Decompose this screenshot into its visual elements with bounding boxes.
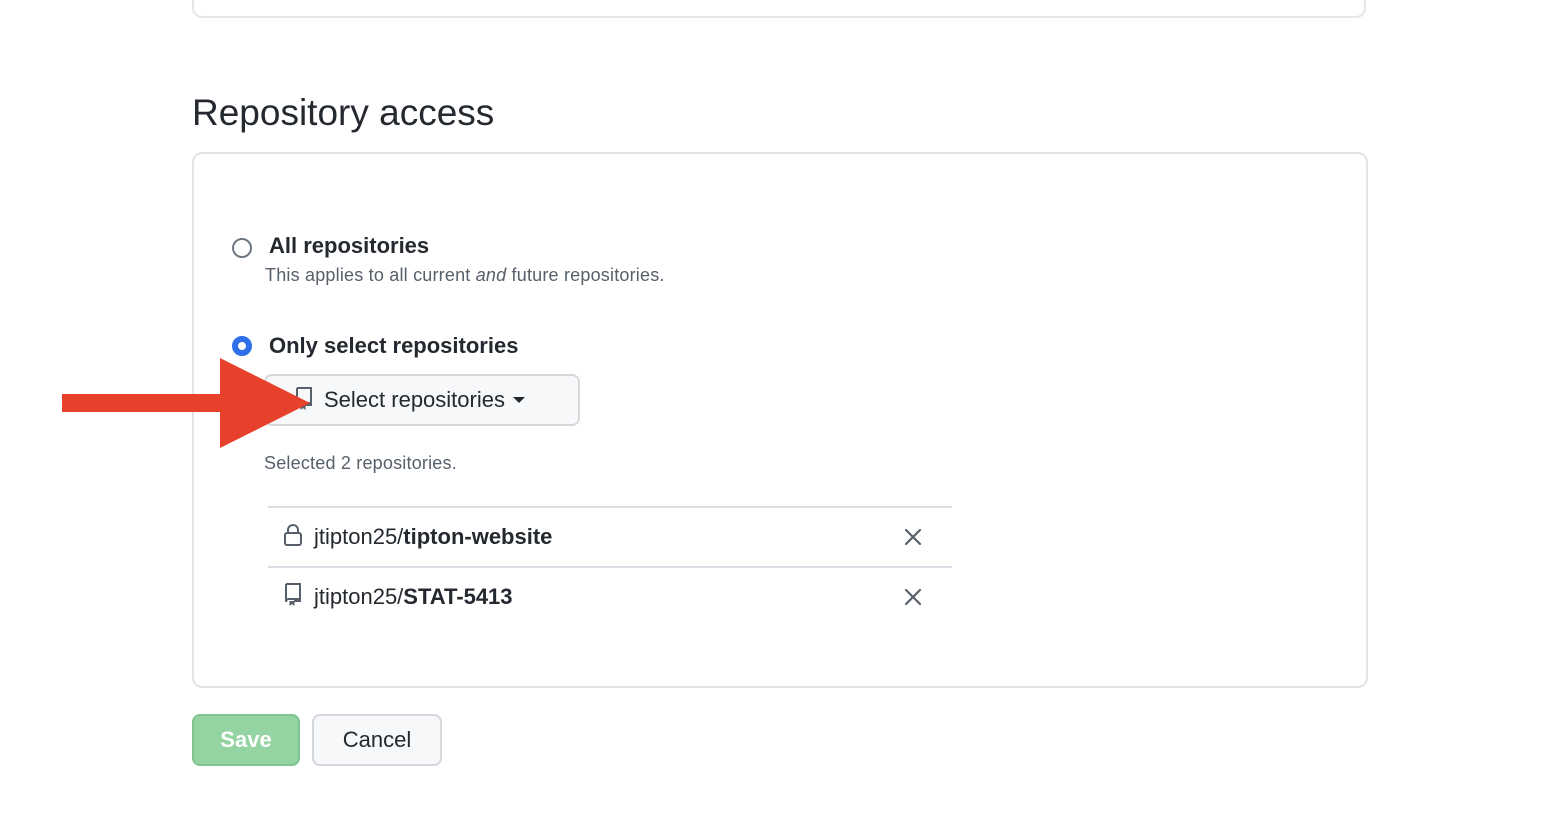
selected-repositories-list: jtipton25/tipton-website jtipton25/STAT-… [268, 506, 952, 626]
only-select-repositories-radio[interactable] [232, 336, 252, 356]
previous-section-box [192, 0, 1366, 18]
save-button[interactable]: Save [192, 714, 300, 766]
repo-name: jtipton25/STAT-5413 [314, 584, 513, 610]
list-item: jtipton25/STAT-5413 [268, 566, 952, 626]
repo-short-name: tipton-website [403, 524, 553, 549]
repo-short-name: STAT-5413 [403, 584, 513, 609]
repo-owner: jtipton25/ [314, 584, 404, 609]
close-icon [904, 588, 922, 606]
selected-count-text: Selected 2 repositories. [264, 453, 457, 473]
lock-icon [282, 523, 304, 552]
page-title: Repository access [192, 92, 495, 133]
repo-icon [282, 582, 304, 613]
page: Repository access All repositories This … [0, 0, 1560, 822]
all-repositories-label[interactable]: All repositories [269, 232, 429, 260]
remove-repo-button[interactable] [902, 526, 924, 548]
close-icon [904, 528, 922, 546]
all-repositories-radio[interactable] [232, 238, 252, 258]
list-item: jtipton25/tipton-website [268, 506, 952, 566]
description-text: This applies to all current [265, 265, 476, 285]
annotation-arrow-icon [62, 358, 310, 448]
select-repositories-label: Select repositories [324, 387, 505, 412]
repo-owner: jtipton25/ [314, 524, 404, 549]
repo-name: jtipton25/tipton-website [314, 524, 552, 550]
remove-repo-button[interactable] [902, 586, 924, 608]
all-repositories-description: This applies to all current and future r… [265, 263, 665, 287]
description-emphasis: and [475, 265, 507, 285]
description-text-end: future repositories. [506, 265, 665, 285]
chevron-down-icon [512, 397, 525, 403]
cancel-button[interactable]: Cancel [312, 714, 442, 766]
